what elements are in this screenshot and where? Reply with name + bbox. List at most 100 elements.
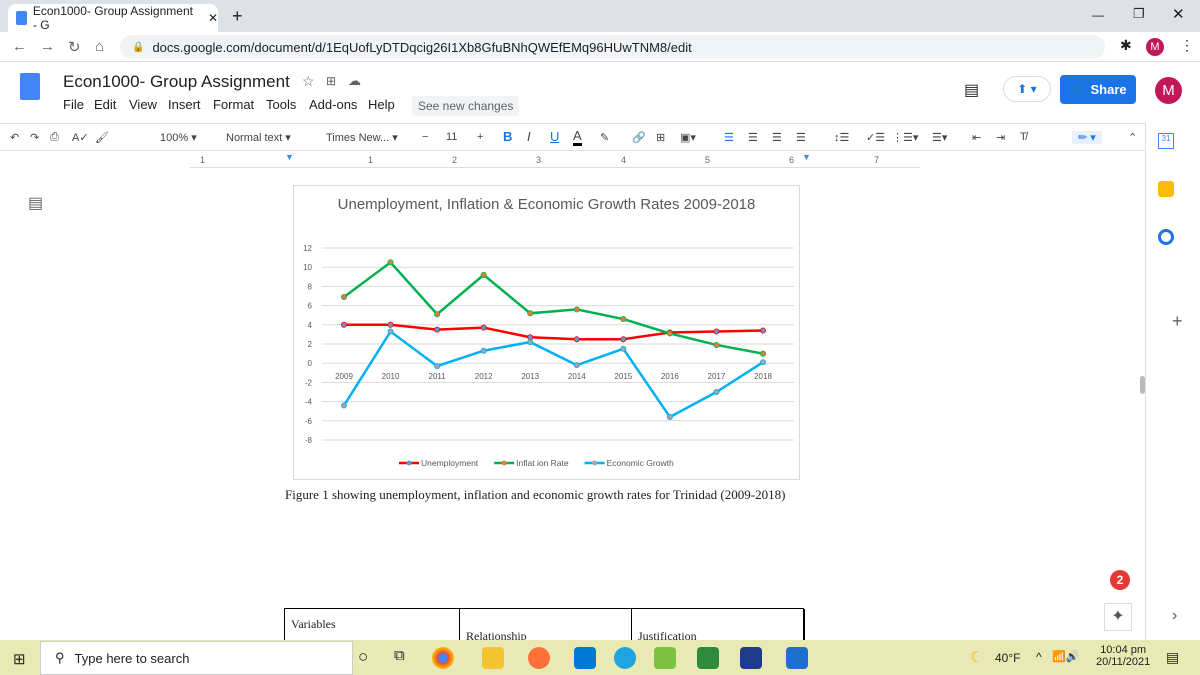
profile-avatar[interactable]: M (1146, 38, 1164, 56)
clear-formatting-icon[interactable]: T̸ (1020, 131, 1027, 143)
menu-edit[interactable]: Edit (94, 97, 116, 112)
italic-button[interactable]: I (527, 129, 531, 144)
right-indent-marker[interactable]: ▼ (802, 152, 811, 162)
increase-font-size[interactable]: + (477, 131, 483, 143)
menu-view[interactable]: View (129, 97, 157, 112)
bold-button[interactable]: B (503, 129, 512, 144)
firefox-icon[interactable] (528, 647, 550, 669)
menu-addons[interactable]: Add-ons (309, 97, 357, 112)
extensions-icon[interactable]: ✱ (1120, 37, 1132, 54)
align-center-icon[interactable]: ☰ (748, 131, 758, 144)
comments-icon[interactable]: ▤ (964, 80, 979, 100)
menu-help[interactable]: Help (368, 97, 395, 112)
new-tab-button[interactable]: + (232, 6, 243, 27)
align-left-icon[interactable]: ☰ (724, 131, 734, 144)
store-icon[interactable] (740, 647, 762, 669)
cortana-icon[interactable]: ○ (358, 647, 368, 667)
share-button[interactable]: 👤 Share (1060, 75, 1136, 104)
menu-insert[interactable]: Insert (168, 97, 201, 112)
mail-icon[interactable] (574, 647, 596, 669)
browser-menu-icon[interactable]: ⋮ (1180, 37, 1194, 54)
decrease-font-size[interactable]: − (422, 131, 428, 143)
zoom-select[interactable]: 100% ▾ (160, 131, 197, 144)
print-icon[interactable]: ⎙ (50, 131, 59, 144)
see-new-changes-button[interactable]: See new changes (412, 96, 520, 116)
text-color-button[interactable]: A (573, 128, 582, 146)
decrease-indent-icon[interactable]: ⇤ (972, 131, 981, 144)
spellcheck-icon[interactable]: A✓ (72, 131, 89, 144)
cloud-saved-icon[interactable]: ☁ (348, 73, 361, 89)
task-view-icon[interactable]: ⧉ (394, 647, 405, 664)
browser-tab[interactable]: Econ1000- Group Assignment - G ✕ (8, 4, 218, 32)
weather-moon-icon[interactable]: ☾ (970, 648, 983, 666)
line-spacing-icon[interactable]: ↕☰ (834, 131, 849, 144)
chart[interactable]: Unemployment, Inflation & Economic Growt… (293, 185, 800, 480)
app-icon[interactable] (654, 647, 676, 669)
table-header-relationship[interactable]: Relationship (460, 609, 632, 641)
numbered-list-icon[interactable]: ☰▾ (932, 131, 947, 144)
link-icon[interactable]: 🔗 (632, 131, 646, 144)
home-icon[interactable]: ⌂ (95, 38, 104, 55)
clock[interactable]: 10:04 pm 20/11/2021 (1096, 644, 1150, 668)
font-select[interactable]: Times New... ▾ (326, 131, 398, 144)
notifications-icon[interactable]: ▤ (1166, 649, 1179, 666)
tray-chevron-icon[interactable]: ^ (1036, 650, 1042, 664)
ruler[interactable]: 1 ▼ 1 2 3 4 5 6 ▼ 7 (190, 152, 920, 168)
restore-button[interactable]: ❐ (1133, 6, 1145, 22)
image-icon[interactable]: ▣▾ (680, 131, 696, 144)
bullet-list-icon[interactable]: ⋮☰▾ (892, 131, 918, 144)
document-outline-icon[interactable]: ▤ (28, 193, 43, 213)
highlight-icon[interactable]: ✎ (600, 131, 609, 144)
scrollbar[interactable] (1140, 376, 1145, 394)
checklist-icon[interactable]: ✓☰ (866, 131, 885, 144)
taskbar-search[interactable]: ⚲ Type here to search (40, 641, 353, 675)
comment-add-icon[interactable]: ⊞ (656, 131, 665, 144)
menu-tools[interactable]: Tools (266, 97, 296, 112)
url-input[interactable]: 🔒 docs.google.com/document/d/1EqUofLyDTDq… (120, 35, 1105, 59)
account-avatar[interactable]: M (1155, 77, 1182, 104)
edge-icon[interactable] (614, 647, 636, 669)
editing-mode-button[interactable]: ✏ ▾ (1072, 131, 1102, 144)
file-explorer-icon[interactable] (482, 647, 504, 669)
photos-icon[interactable] (786, 647, 808, 669)
table-header-variables[interactable]: Variables (285, 609, 460, 641)
back-icon[interactable]: ← (12, 38, 27, 55)
menu-format[interactable]: Format (213, 97, 254, 112)
tasks-icon[interactable] (1158, 229, 1174, 245)
close-tab-icon[interactable]: ✕ (208, 11, 218, 25)
font-size-input[interactable]: 11 (446, 131, 457, 143)
wifi-volume-icons[interactable]: 📶🔊 (1052, 650, 1079, 663)
docs-logo-icon[interactable] (20, 73, 40, 100)
undo-icon[interactable]: ↶ (10, 131, 19, 144)
underline-button[interactable]: U (550, 129, 559, 144)
present-button[interactable]: ⬆ ▾ (1003, 76, 1051, 102)
align-right-icon[interactable]: ☰ (772, 131, 782, 144)
expand-panel-icon[interactable]: › (1172, 607, 1177, 625)
redo-icon[interactable]: ↷ (30, 131, 39, 144)
document-title[interactable]: Econ1000- Group Assignment (63, 72, 290, 92)
minimize-button[interactable]: — (1092, 8, 1104, 22)
paint-format-icon[interactable]: 🖌 (95, 131, 109, 144)
notes-app-icon[interactable] (697, 647, 719, 669)
weather-temp[interactable]: 40°F (995, 651, 1020, 665)
star-icon[interactable]: ☆ (302, 73, 315, 90)
windows-start-icon[interactable]: ⊞ (13, 650, 26, 668)
chrome-icon[interactable] (432, 647, 454, 669)
calendar-icon[interactable]: 31 (1158, 133, 1174, 149)
y-tick-label: -2 (305, 378, 313, 387)
notification-badge[interactable]: 2 (1110, 570, 1130, 590)
increase-indent-icon[interactable]: ⇥ (996, 131, 1005, 144)
table-header-justification[interactable]: Justification (632, 609, 805, 641)
forward-icon[interactable]: → (40, 38, 55, 55)
add-on-plus-icon[interactable]: + (1172, 311, 1183, 332)
reload-icon[interactable]: ↻ (68, 38, 81, 56)
menu-file[interactable]: File (63, 97, 84, 112)
justify-icon[interactable]: ☰ (796, 131, 806, 144)
style-select[interactable]: Normal text ▾ (226, 131, 291, 144)
keep-icon[interactable] (1158, 181, 1174, 197)
close-window-button[interactable]: ✕ (1172, 5, 1185, 23)
hide-menus-icon[interactable]: ⌃ (1128, 131, 1137, 144)
explore-button[interactable]: ✦ (1104, 603, 1132, 631)
move-folder-icon[interactable]: ⊞ (326, 74, 336, 88)
indent-marker[interactable]: ▼ (285, 152, 294, 162)
